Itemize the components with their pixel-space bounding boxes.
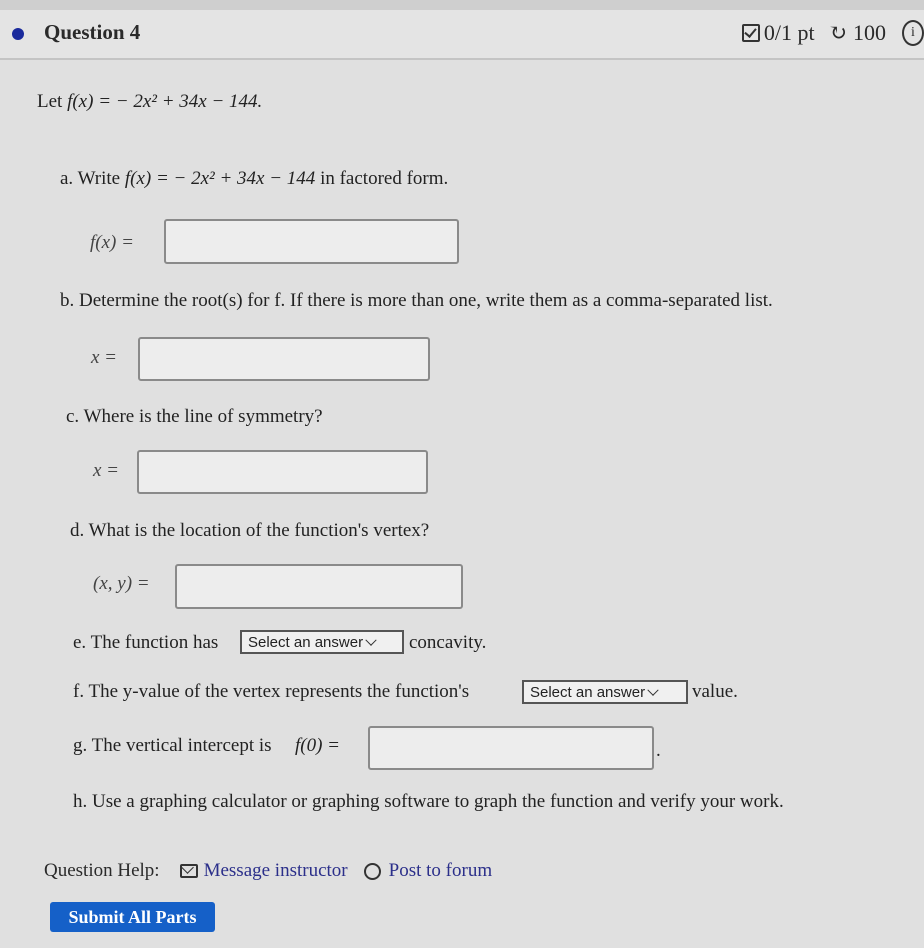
part-a-answer-input[interactable] — [164, 219, 459, 264]
part-e-prefix: e. The function has — [73, 632, 219, 653]
part-b-prompt: b. Determine the root(s) for f. If there… — [60, 290, 773, 311]
part-f-prefix: f. The y-value of the vertex represents … — [73, 681, 470, 702]
part-e-suffix: concavity. — [409, 632, 487, 653]
part-a-answer-label: f(x) = — [90, 232, 134, 253]
post-to-forum-link[interactable]: Post to forum — [348, 860, 492, 882]
intro-prefix: Let — [37, 91, 63, 112]
message-instructor-link[interactable]: Message instructor — [160, 860, 348, 882]
part-a-math: f(x) = − 2x² + 34x − 144 — [124, 168, 316, 189]
score-text: 0/1 pt — [763, 20, 815, 45]
message-instructor-text: Message instructor — [203, 860, 348, 881]
retry-icon: ↻ — [828, 20, 847, 45]
part-g-suffix: . — [656, 740, 661, 761]
part-f-select-value: Select an answer — [530, 684, 646, 701]
envelope-icon — [179, 864, 198, 878]
post-to-forum-text: Post to forum — [388, 860, 493, 881]
chat-bubble-icon — [363, 862, 381, 880]
question-header: Question 4 0/1 pt ↻ 100 i — [0, 10, 924, 60]
question-meta: 0/1 pt ↻ 100 i — [741, 20, 924, 46]
question-help-label: Question Help: — [44, 860, 160, 881]
part-d-answer-label: (x, y) = — [93, 573, 150, 594]
top-strip — [0, 0, 924, 10]
part-g-answer-label: f(0) = — [295, 735, 341, 756]
part-g-prefix: g. The vertical intercept is — [73, 735, 272, 756]
part-f-suffix: value. — [692, 681, 738, 702]
part-a-prefix: a. Write — [60, 168, 121, 189]
attempts-text: 100 — [853, 20, 886, 45]
part-d-prompt: d. What is the location of the function'… — [70, 520, 430, 541]
chevron-down-icon — [365, 634, 377, 646]
question-title: Question 4 — [44, 20, 141, 44]
checkbox-icon — [741, 24, 760, 42]
function-definition: f(x) = − 2x² + 34x − 144. — [67, 91, 263, 112]
part-e-concavity-select[interactable]: Select an answer — [240, 630, 404, 654]
part-d-answer-input[interactable] — [175, 564, 463, 609]
part-e-select-value: Select an answer — [248, 634, 364, 651]
part-b-answer-input[interactable] — [138, 337, 430, 381]
problem-statement: Let f(x) = − 2x² + 34x − 144. — [37, 91, 262, 113]
part-f-value-select[interactable]: Select an answer — [522, 680, 688, 704]
chevron-down-icon — [647, 684, 659, 696]
part-c-prompt: c. Where is the line of symmetry? — [66, 406, 323, 427]
submit-all-parts-button[interactable]: Submit All Parts — [50, 902, 215, 932]
part-g-answer-input[interactable] — [368, 726, 654, 770]
question-body: Let f(x) = − 2x² + 34x − 144. a. Write f… — [0, 60, 924, 948]
part-c-answer-label: x = — [93, 460, 120, 481]
part-h-prompt: h. Use a graphing calculator or graphing… — [73, 791, 784, 812]
part-a-suffix: in factored form. — [320, 168, 449, 189]
question-status-dot — [12, 28, 24, 40]
part-a-prompt: a. Write f(x) = − 2x² + 34x − 144 in fac… — [60, 168, 448, 190]
part-b-answer-label: x = — [91, 347, 118, 368]
question-help: Question Help: Message instructor Post t… — [44, 860, 492, 882]
info-icon[interactable]: i — [902, 20, 924, 46]
part-c-answer-input[interactable] — [137, 450, 428, 494]
